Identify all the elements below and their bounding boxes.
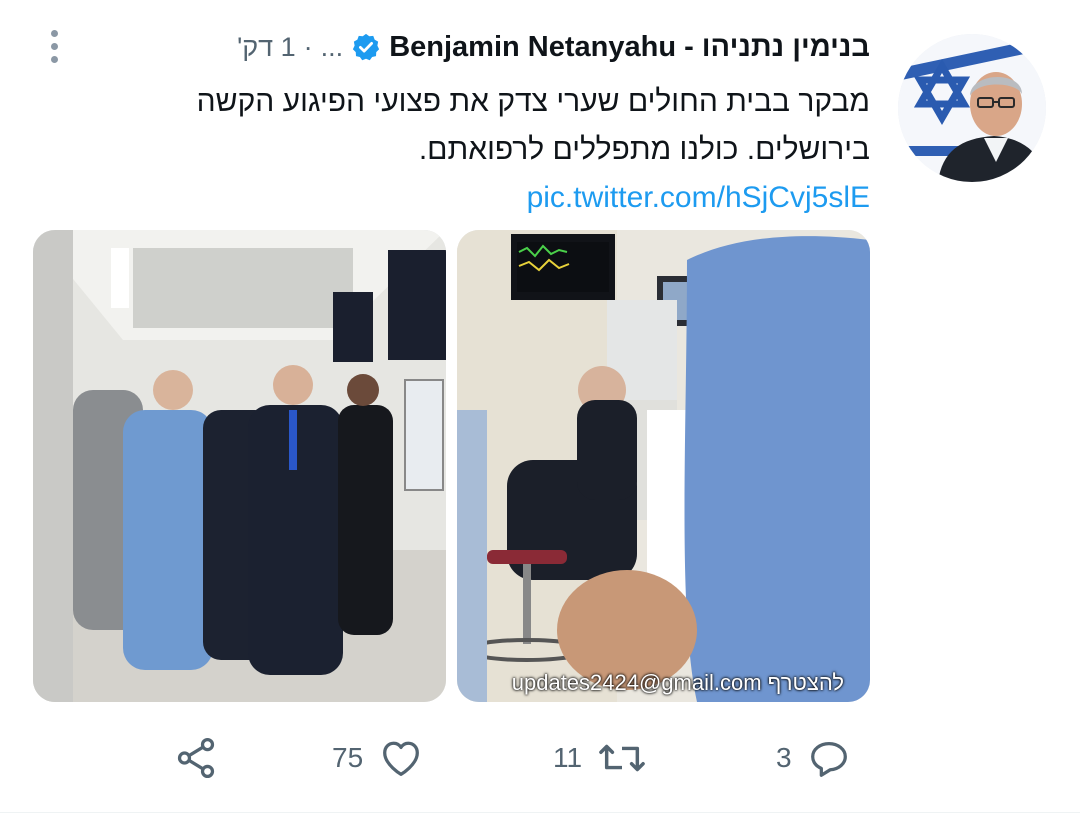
author-name[interactable]: בנימין נתניהו - Benjamin Netanyahu: [389, 31, 870, 64]
tweet-body: מבקר בבית החולים שערי צדק את פצועי הפיגו…: [196, 85, 870, 166]
more-vertical-icon[interactable]: [44, 24, 66, 68]
truncation-marker: ...: [320, 31, 344, 62]
like-button[interactable]: 75: [332, 730, 425, 786]
reply-button[interactable]: 3: [776, 730, 852, 786]
avatar[interactable]: [898, 34, 1046, 182]
retweet-button[interactable]: 11: [553, 730, 648, 786]
verified-badge-icon: [353, 33, 380, 61]
tweet-header: בנימין נתניהו - Benjamin Netanyahu ... ·…: [237, 30, 870, 64]
meta-separator: ·: [303, 31, 313, 62]
media-photo-hallway[interactable]: [33, 230, 446, 702]
tweet-link[interactable]: pic.twitter.com/hSjCvj5slE: [527, 181, 870, 214]
tweet[interactable]: בנימין נתניהו - Benjamin Netanyahu ... ·…: [0, 0, 1080, 835]
divider: [0, 812, 1080, 813]
reply-icon: [810, 741, 847, 777]
share-icon: [177, 737, 215, 779]
like-count: 75: [332, 742, 364, 773]
reply-count: 3: [776, 742, 792, 773]
tweet-text: מבקר בבית החולים שערי צדק את פצועי הפיגו…: [70, 78, 870, 222]
timestamp[interactable]: 1 דק': [237, 32, 296, 63]
action-bar: 3 11 75: [0, 730, 1080, 786]
share-button[interactable]: [172, 730, 220, 786]
heart-icon: [383, 741, 420, 776]
retweet-count: 11: [553, 742, 583, 773]
media-photo-hospital-room[interactable]: להצטרף updates2424@gmail.com: [457, 230, 870, 702]
watermark-text: להצטרף updates2424@gmail.com: [511, 670, 844, 695]
retweet-icon: [599, 744, 645, 772]
